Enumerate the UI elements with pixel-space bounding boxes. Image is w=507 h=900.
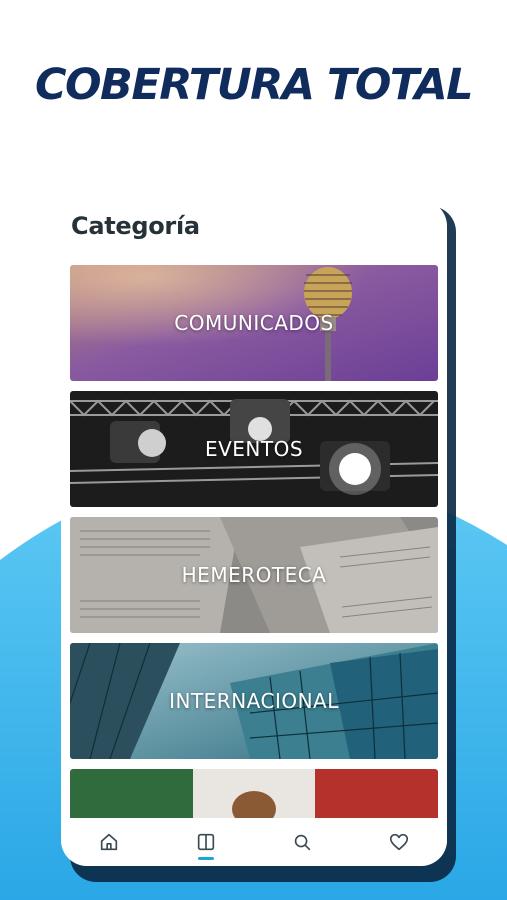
category-list: COMUNICADOS EVENTOS HEMEROTECA INTERNACI… [70,265,438,866]
nav-search[interactable] [282,822,322,862]
category-card-comunicados[interactable]: COMUNICADOS [70,265,438,381]
home-icon [101,833,118,851]
category-label: HEMEROTECA [181,563,327,587]
book-icon [197,833,214,851]
category-card-internacional[interactable]: INTERNACIONAL [70,643,438,759]
category-label: EVENTOS [204,437,304,461]
phone-screen: Categoría COMUNICADOS EVENTOS HEMEROTECA… [61,200,447,866]
category-card-hemeroteca[interactable]: HEMEROTECA [70,517,438,633]
category-label: INTERNACIONAL [169,689,339,713]
category-label: COMUNICADOS [174,311,334,335]
nav-categories[interactable] [186,822,226,862]
category-card-eventos[interactable]: EVENTOS [70,391,438,507]
active-tab-indicator [197,857,214,860]
promo-headline: COBERTURA TOTAL [34,60,474,110]
search-icon [295,834,311,851]
nav-favorites[interactable] [379,822,419,862]
nav-home[interactable] [89,822,129,862]
bottom-navigation [61,818,447,866]
heart-icon [389,833,408,851]
page-title: Categoría [71,212,200,240]
